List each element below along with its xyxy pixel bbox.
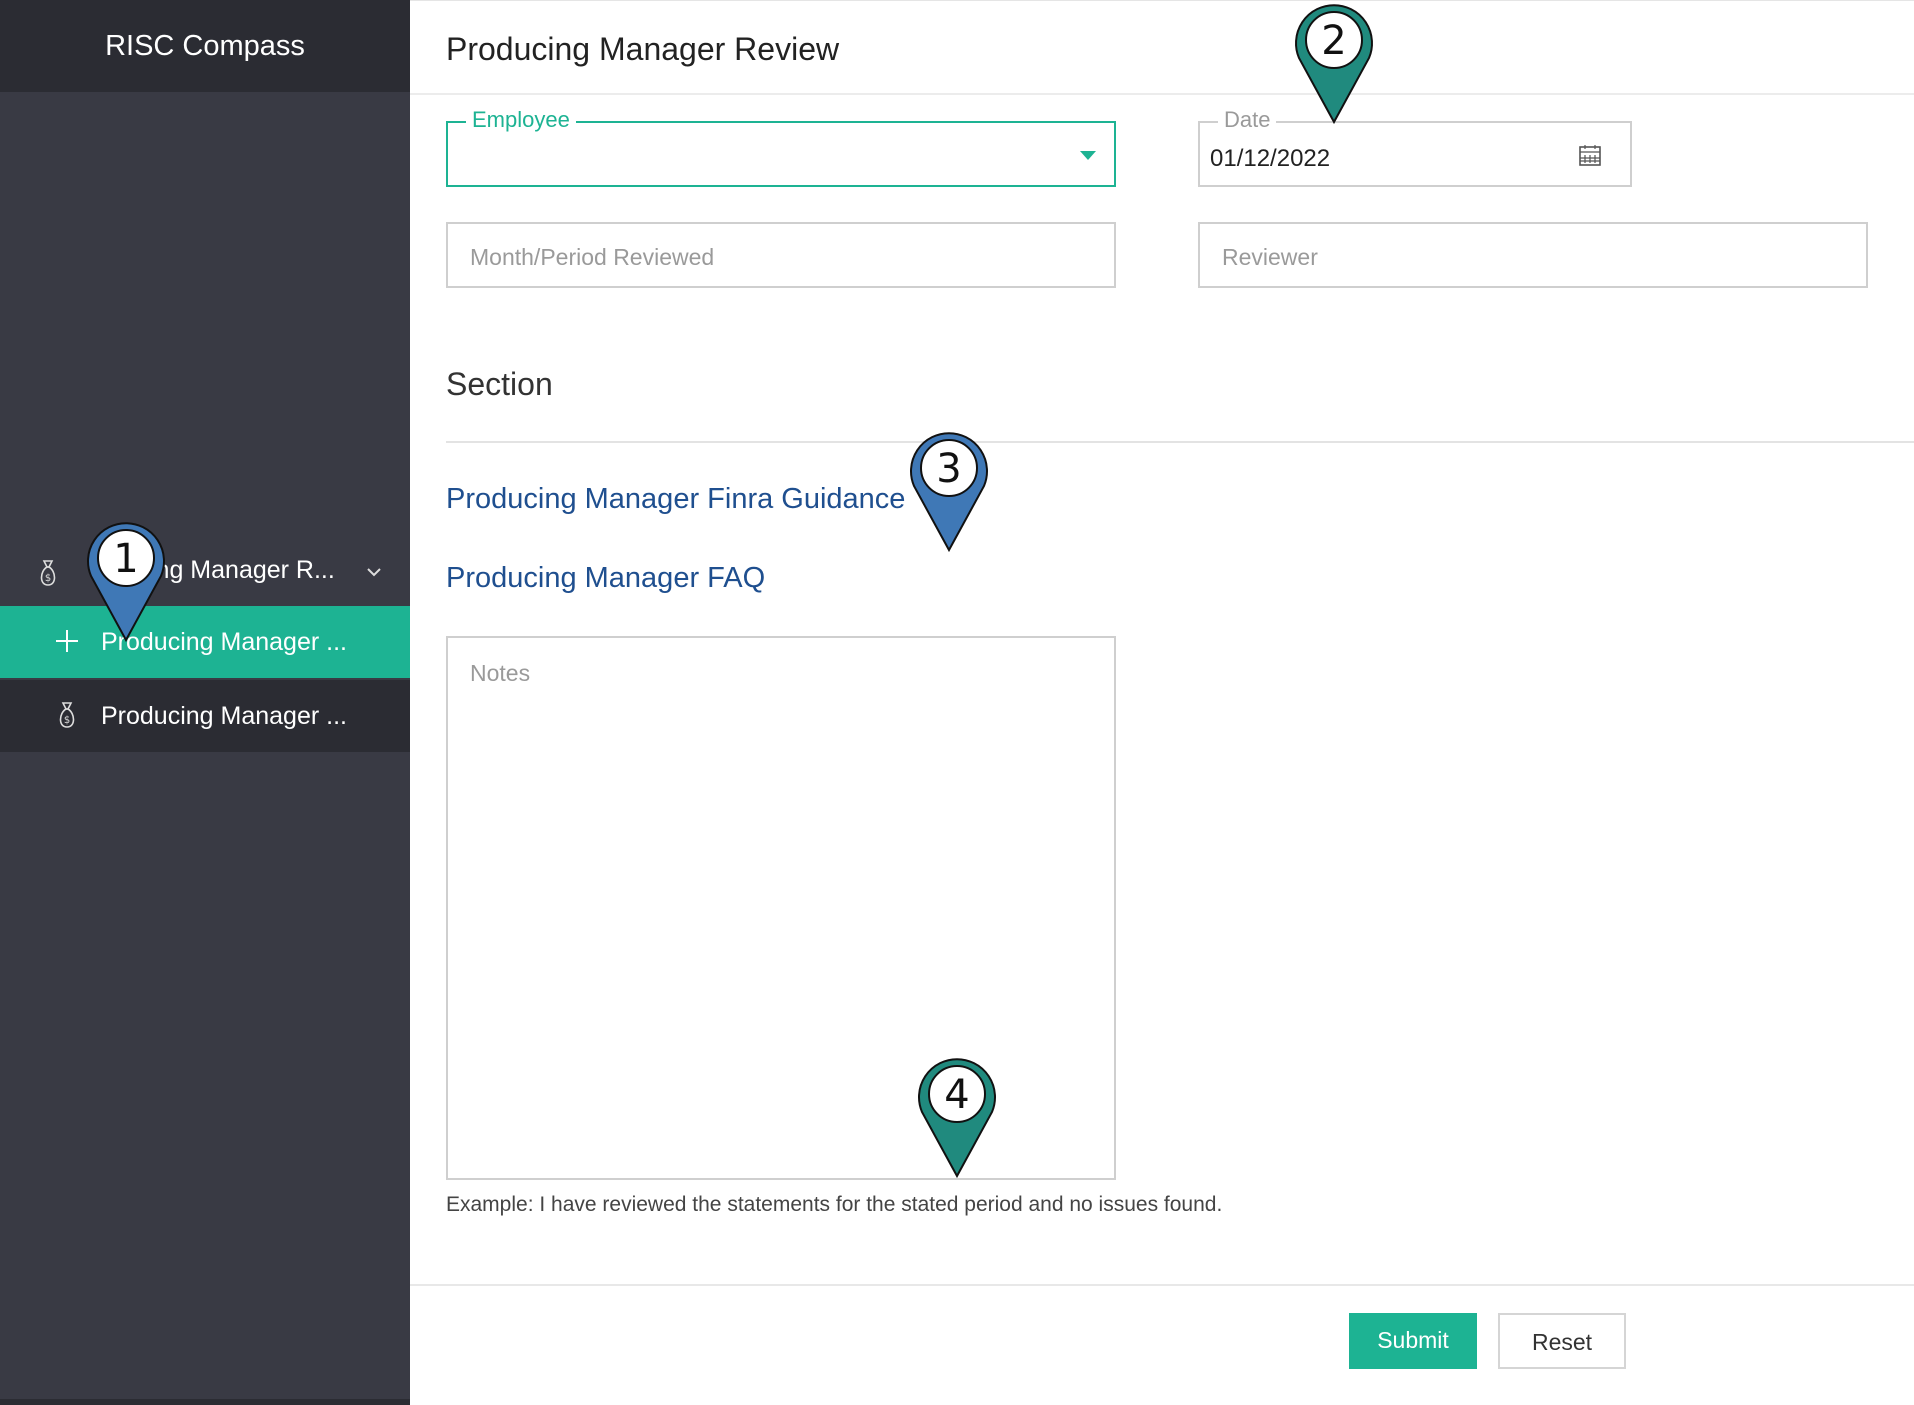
employee-select[interactable]: Employee — [446, 107, 1116, 187]
reset-button[interactable]: Reset — [1498, 1313, 1626, 1369]
sidebar-group-producing-manager-review[interactable]: $ ing Manager R... — [0, 542, 410, 604]
finra-guidance-link[interactable]: Producing Manager Finra Guidance — [446, 483, 905, 516]
chevron-down-icon[interactable] — [364, 562, 384, 582]
employee-label: Employee — [466, 107, 576, 133]
money-bag-icon: $ — [40, 560, 56, 586]
marker-number: 4 — [944, 1072, 969, 1118]
plus-icon — [56, 630, 78, 652]
marker-pin-3: 3 — [910, 432, 988, 553]
sidebar-group-label: ing Manager R... — [150, 556, 335, 584]
month-period-input[interactable]: Month/Period Reviewed — [446, 222, 1116, 288]
notes-placeholder: Notes — [470, 660, 531, 686]
page-header: Producing Manager Review — [410, 0, 1914, 95]
reviewer-input[interactable]: Reviewer — [1198, 222, 1868, 288]
page-title: Producing Manager Review — [446, 31, 840, 67]
calendar-icon[interactable] — [1578, 143, 1602, 167]
sidebar-item-add-producing-manager[interactable]: Producing Manager ... — [0, 606, 410, 678]
sidebar: RISC Compass $ ing Manager R... Producin… — [0, 0, 410, 1405]
reviewer-placeholder: Reviewer — [1222, 244, 1318, 270]
svg-text:$: $ — [64, 715, 70, 726]
submit-button[interactable]: Submit — [1349, 1313, 1477, 1369]
marker-number: 1 — [113, 536, 138, 582]
notes-helper-text: Example: I have reviewed the statements … — [446, 1193, 1223, 1216]
app-title: RISC Compass — [0, 0, 410, 92]
marker-pin-4: 4 — [918, 1058, 996, 1179]
svg-text:$: $ — [45, 573, 51, 584]
marker-pin-1: 1 — [87, 522, 165, 643]
sidebar-item-producing-manager[interactable]: $ Producing Manager ... — [0, 680, 410, 752]
money-bag-icon: $ — [59, 702, 75, 728]
notes-textarea[interactable]: Notes — [446, 636, 1116, 1180]
marker-pin-2: 2 — [1295, 4, 1373, 125]
date-value[interactable]: 01/12/2022 — [1210, 145, 1330, 173]
date-field[interactable]: Date 01/12/2022 — [1198, 107, 1632, 187]
sidebar-bottom-strip — [0, 1399, 410, 1405]
sidebar-item-label: Producing Manager ... — [101, 702, 347, 730]
marker-number: 3 — [936, 446, 961, 492]
caret-down-icon[interactable] — [1080, 151, 1096, 160]
month-period-placeholder: Month/Period Reviewed — [470, 244, 715, 270]
section-divider — [446, 441, 1914, 443]
date-label: Date — [1218, 107, 1277, 133]
footer-divider — [410, 1284, 1914, 1286]
faq-link[interactable]: Producing Manager FAQ — [446, 562, 765, 595]
section-title: Section — [446, 366, 553, 402]
marker-number: 2 — [1321, 18, 1346, 64]
